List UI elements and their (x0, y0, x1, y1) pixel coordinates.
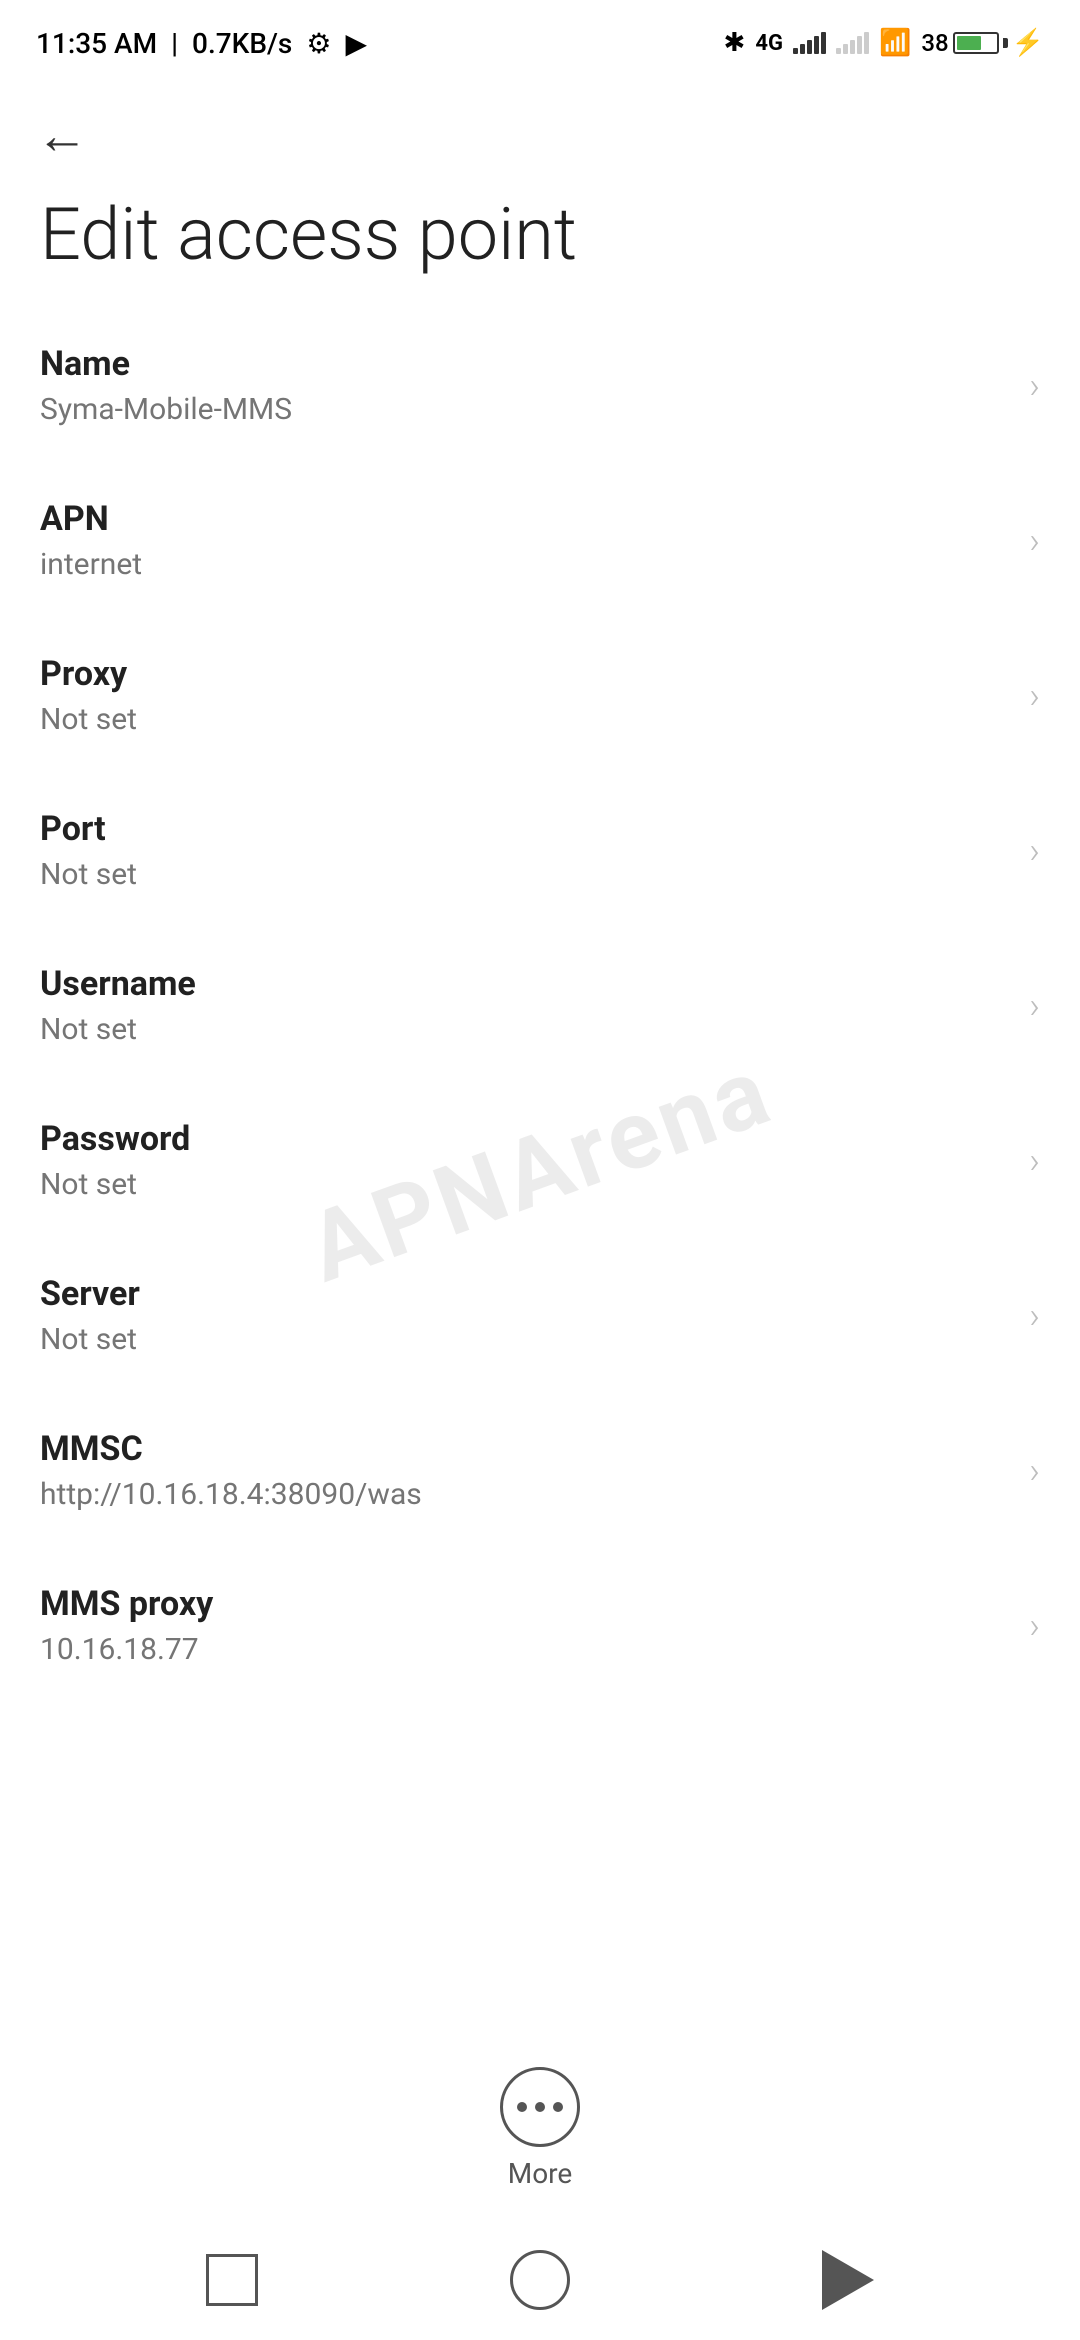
more-dot-3 (553, 2102, 563, 2112)
chevron-name-icon: › (1029, 365, 1040, 407)
more-label: More (508, 2157, 573, 2190)
signal-bars-2 (836, 32, 869, 54)
chevron-password-icon: › (1029, 1140, 1040, 1182)
settings-item-server-value: Not set (40, 1322, 1009, 1357)
settings-item-server[interactable]: Server Not set › (0, 1238, 1080, 1393)
settings-item-name-content: Name Syma-Mobile-MMS (40, 344, 1009, 427)
wifi-icon: 📶 (879, 28, 911, 58)
page-title: Edit access point (0, 172, 1080, 308)
settings-item-proxy-content: Proxy Not set (40, 654, 1009, 737)
back-button[interactable]: ← (0, 80, 1080, 172)
chevron-username-icon: › (1029, 985, 1040, 1027)
settings-item-server-title: Server (40, 1274, 1009, 1314)
settings-item-username-title: Username (40, 964, 1009, 1004)
settings-item-apn-title: APN (40, 499, 1009, 539)
settings-item-proxy[interactable]: Proxy Not set › (0, 618, 1080, 773)
chevron-apn-icon: › (1029, 520, 1040, 562)
settings-item-password[interactable]: Password Not set › (0, 1083, 1080, 1238)
settings-item-password-title: Password (40, 1119, 1009, 1159)
chevron-mmsc-icon: › (1029, 1450, 1040, 1492)
settings-item-port-content: Port Not set (40, 809, 1009, 892)
settings-item-name-value: Syma-Mobile-MMS (40, 392, 1009, 427)
settings-item-password-content: Password Not set (40, 1119, 1009, 1202)
chevron-port-icon: › (1029, 830, 1040, 872)
nav-back-button[interactable] (802, 2230, 894, 2330)
settings-item-mmsc-title: MMSC (40, 1429, 1009, 1469)
nav-home-icon (510, 2250, 570, 2310)
network-4g-icon: 4G (755, 31, 783, 56)
settings-item-mms-proxy[interactable]: MMS proxy 10.16.18.77 › (0, 1548, 1080, 1703)
charging-icon: ⚡ (1012, 28, 1044, 58)
settings-item-password-value: Not set (40, 1167, 1009, 1202)
settings-item-mmsc-value: http://10.16.18.4:38090/was (40, 1477, 1009, 1512)
battery-indicator: 38 ⚡ (921, 28, 1044, 58)
settings-item-name-title: Name (40, 344, 1009, 384)
more-dot-2 (535, 2102, 545, 2112)
settings-item-port-title: Port (40, 809, 1009, 849)
nav-recents-icon (206, 2254, 258, 2306)
settings-item-apn-value: internet (40, 547, 1009, 582)
camera-icon: ▶ (345, 27, 367, 60)
status-icons-right: ✱ 4G 📶 38 ⚡ (724, 28, 1044, 58)
more-dots-icon (517, 2102, 563, 2112)
settings-item-port-value: Not set (40, 857, 1009, 892)
settings-item-mms-proxy-value: 10.16.18.77 (40, 1632, 1009, 1667)
back-arrow-icon: ← (36, 105, 88, 166)
settings-item-username-value: Not set (40, 1012, 1009, 1047)
more-button[interactable]: More (0, 2037, 1080, 2220)
status-time: 11:35 AM (36, 27, 157, 60)
battery-percent: 38 (921, 29, 948, 57)
bluetooth-icon: ✱ (724, 28, 746, 58)
settings-item-mms-proxy-title: MMS proxy (40, 1584, 1009, 1624)
nav-recents-button[interactable] (186, 2234, 278, 2326)
settings-item-mmsc-content: MMSC http://10.16.18.4:38090/was (40, 1429, 1009, 1512)
settings-icon: ⚙ (306, 27, 331, 60)
more-circle-icon (500, 2067, 580, 2147)
settings-item-mmsc[interactable]: MMSC http://10.16.18.4:38090/was › (0, 1393, 1080, 1548)
settings-item-port[interactable]: Port Not set › (0, 773, 1080, 928)
settings-item-server-content: Server Not set (40, 1274, 1009, 1357)
settings-item-username-content: Username Not set (40, 964, 1009, 1047)
settings-item-mms-proxy-content: MMS proxy 10.16.18.77 (40, 1584, 1009, 1667)
chevron-server-icon: › (1029, 1295, 1040, 1337)
settings-list: Name Syma-Mobile-MMS › APN internet › Pr… (0, 308, 1080, 2037)
nav-home-button[interactable] (490, 2230, 590, 2330)
settings-item-apn-content: APN internet (40, 499, 1009, 582)
more-dot-1 (517, 2102, 527, 2112)
chevron-proxy-icon: › (1029, 675, 1040, 717)
content-wrapper: ← Edit access point Name Syma-Mobile-MMS… (0, 80, 1080, 2220)
settings-item-username[interactable]: Username Not set › (0, 928, 1080, 1083)
status-speed: 0.7KB/s (192, 27, 292, 60)
nav-back-icon (822, 2250, 874, 2310)
navigation-bar (0, 2220, 1080, 2340)
status-separator: | (171, 27, 178, 60)
settings-item-name[interactable]: Name Syma-Mobile-MMS › (0, 308, 1080, 463)
settings-item-proxy-title: Proxy (40, 654, 1009, 694)
settings-item-proxy-value: Not set (40, 702, 1009, 737)
chevron-mms-proxy-icon: › (1029, 1605, 1040, 1647)
signal-bars-1 (793, 32, 826, 54)
settings-item-apn[interactable]: APN internet › (0, 463, 1080, 618)
status-bar: 11:35 AM | 0.7KB/s ⚙ ▶ ✱ 4G 📶 38 (0, 0, 1080, 80)
status-time-speed: 11:35 AM | 0.7KB/s ⚙ ▶ (36, 27, 367, 60)
